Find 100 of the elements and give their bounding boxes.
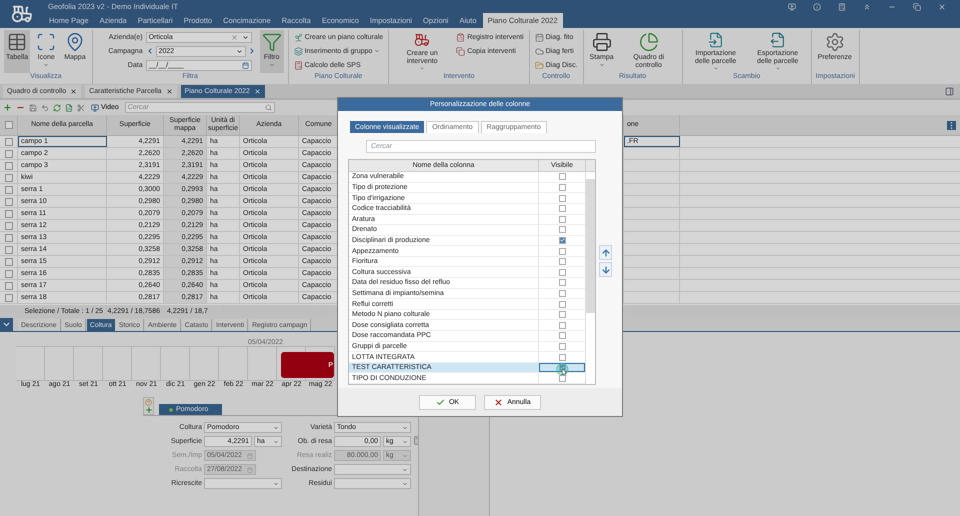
search-icon [264, 104, 272, 111]
chevron-icon [2, 320, 11, 329]
timeline-cell [16, 346, 45, 381]
checkbox[interactable] [558, 311, 566, 318]
sprout-icon [294, 32, 303, 42]
collapse-icon[interactable] [863, 2, 871, 10]
checkbox[interactable] [4, 150, 12, 158]
calendar-icon [247, 466, 253, 472]
calendar-icon [534, 32, 544, 42]
timeline-cell [161, 346, 190, 381]
undo-icon[interactable] [41, 104, 49, 112]
checkbox[interactable] [4, 174, 12, 182]
checkbox[interactable] [558, 322, 566, 329]
checkbox[interactable] [4, 186, 12, 194]
panel-icon[interactable] [945, 87, 954, 96]
clear-icon [230, 34, 238, 40]
checkbox[interactable] [4, 210, 12, 218]
previous-icon[interactable] [146, 47, 154, 55]
refresh-icon[interactable] [53, 104, 61, 112]
scrollbar[interactable] [585, 172, 595, 384]
checkbox[interactable] [4, 234, 12, 242]
checkbox[interactable] [558, 290, 566, 297]
calendar-icon [242, 62, 249, 68]
collapse-button[interactable] [0, 318, 13, 331]
checkbox[interactable] [558, 173, 566, 180]
close-icon[interactable] [166, 88, 173, 95]
timeline-cell [132, 346, 161, 381]
save-icon[interactable] [29, 104, 37, 112]
close-icon[interactable] [70, 88, 78, 95]
move-up-button[interactable] [599, 245, 612, 260]
checkbox[interactable] [4, 294, 12, 302]
add-icon[interactable] [3, 103, 12, 112]
cloud-icon [534, 46, 544, 56]
cursor-icon [556, 362, 570, 377]
table-icon [7, 32, 28, 52]
calculator-icon [294, 60, 303, 70]
checkbox[interactable] [4, 121, 12, 129]
caret-icon [402, 452, 408, 458]
checkbox[interactable] [4, 222, 12, 230]
timeline-cell [248, 346, 277, 381]
checkbox[interactable] [558, 194, 566, 202]
caret-icon [273, 438, 279, 444]
checkbox[interactable] [558, 354, 566, 361]
spreadsheet-icon[interactable] [65, 104, 73, 112]
checkbox[interactable] [558, 248, 566, 255]
frame-icon [36, 32, 56, 52]
printer-icon [592, 32, 612, 52]
checkbox[interactable] [4, 138, 12, 146]
caret-icon [273, 480, 279, 486]
close-icon [494, 398, 504, 406]
tractor-logo-icon [11, 3, 33, 25]
timeline-cell [74, 346, 103, 381]
restore-icon[interactable] [913, 2, 921, 10]
checkbox[interactable] [558, 342, 566, 350]
checkbox[interactable] [558, 216, 566, 223]
timeline-cell [219, 346, 248, 381]
checkbox[interactable] [558, 268, 566, 276]
checkbox[interactable] [558, 279, 566, 286]
add-crop-button[interactable] [143, 397, 154, 415]
layers-icon [294, 46, 303, 56]
checkbox[interactable] [558, 205, 566, 212]
funnel-icon [262, 32, 282, 52]
checkbox[interactable] [4, 282, 12, 290]
help-icon [145, 398, 152, 406]
map-pin-icon [64, 32, 85, 52]
info-icon[interactable] [813, 2, 821, 10]
check-icon [436, 398, 445, 406]
dropdown-field[interactable] [334, 478, 411, 489]
gears-icon [824, 32, 845, 52]
checkbox[interactable] [4, 162, 12, 170]
checkbox[interactable] [4, 246, 12, 254]
checkbox[interactable] [4, 270, 12, 278]
checkbox[interactable] [558, 258, 566, 266]
checkbox[interactable] [4, 258, 12, 266]
column-menu-icon[interactable] [947, 120, 956, 130]
timeline-cell [45, 346, 74, 381]
checkbox[interactable] [4, 198, 12, 206]
checkbox[interactable] [558, 300, 566, 308]
dot-icon [169, 408, 173, 412]
checkbox[interactable] [558, 226, 566, 234]
caret-icon [402, 438, 408, 444]
dropdown-field[interactable] [334, 464, 411, 475]
timeline-cell [103, 346, 132, 381]
checkbox[interactable] [558, 374, 566, 382]
checkbox[interactable] [558, 332, 566, 340]
dropdown-field[interactable] [204, 478, 282, 489]
checkbox[interactable] [558, 184, 566, 192]
video-icon [91, 104, 99, 112]
scissors-icon[interactable] [77, 104, 85, 112]
chart-icon [638, 32, 659, 52]
arrow-down-icon [600, 264, 610, 274]
checkbox[interactable] [558, 236, 566, 244]
checkbox[interactable] [558, 364, 566, 372]
timeline-cell [190, 346, 219, 381]
arrow-up-icon [600, 248, 610, 258]
plus-icon [144, 406, 152, 414]
next-icon[interactable] [248, 47, 256, 55]
video-icon[interactable] [788, 2, 796, 10]
move-down-button[interactable] [599, 262, 612, 277]
calendar-icon [247, 452, 253, 458]
